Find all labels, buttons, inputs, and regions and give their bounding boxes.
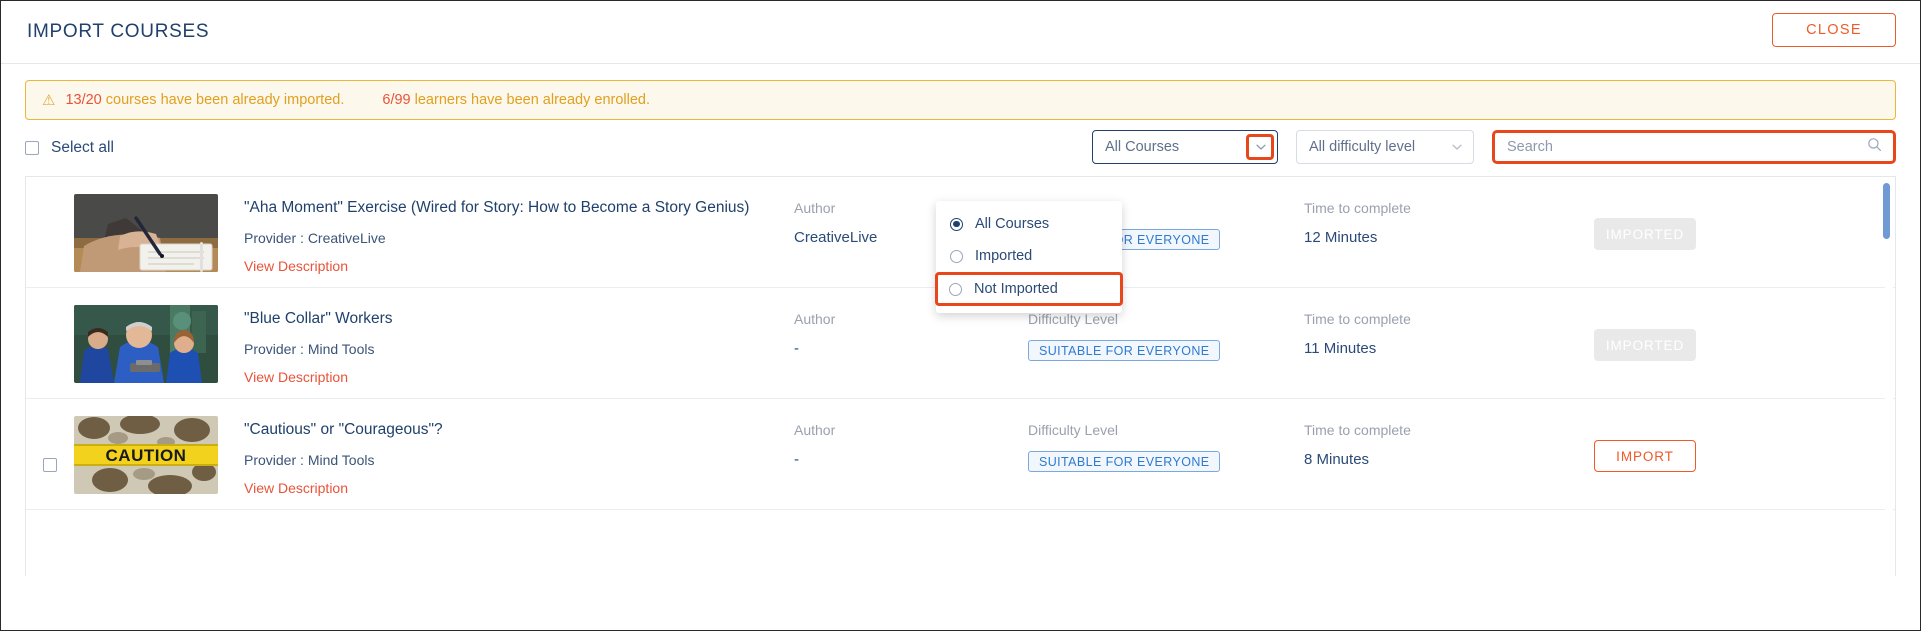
course-title[interactable]: "Aha Moment" Exercise (Wired for Story: … — [244, 198, 794, 218]
provider-label: Provider — [244, 341, 297, 358]
dropdown-option-imported[interactable]: Imported — [936, 240, 1122, 272]
imported-button: IMPORTED — [1594, 329, 1696, 361]
view-description-link[interactable]: View Description — [244, 369, 794, 385]
banner-learners-text: learners have been already enrolled. — [410, 92, 651, 108]
radio-icon-imported[interactable] — [950, 249, 963, 263]
chevron-down-icon-difficulty[interactable] — [1450, 140, 1464, 154]
difficulty-column-header: Difficulty Level — [1028, 422, 1119, 438]
provider-separator: : — [300, 230, 304, 247]
dropdown-option-label: Not Imported — [974, 281, 1058, 297]
provider-separator: : — [300, 341, 304, 358]
course-thumbnail — [74, 305, 218, 383]
time-column-header: Time to complete — [1304, 422, 1411, 438]
course-info: "Aha Moment" Exercise (Wired for Story: … — [218, 194, 794, 274]
banner-courses-count: 13/20 — [65, 92, 102, 108]
banner-learners-count: 6/99 — [382, 92, 411, 108]
course-filter-dropdown[interactable]: All Courses Imported Not Imported — [935, 201, 1123, 313]
author-cell: Author - — [794, 416, 1028, 468]
search-box[interactable] — [1492, 130, 1896, 164]
search-input[interactable] — [1507, 139, 1881, 155]
select-all-checkbox[interactable] — [25, 141, 39, 155]
time-cell: Time to complete 11 Minutes — [1304, 305, 1572, 357]
alert-region: ⚠ 13/20 courses have been already import… — [1, 64, 1920, 120]
difficulty-filter-value: All difficulty level — [1309, 139, 1416, 155]
import-button[interactable]: IMPORT — [1594, 440, 1696, 472]
course-filter-select[interactable]: All Courses — [1092, 130, 1278, 164]
time-column-header: Time to complete — [1304, 311, 1411, 327]
import-courses-modal: IMPORT COURSES CLOSE ⚠ 13/20 courses hav… — [0, 0, 1921, 631]
provider-separator: : — [300, 452, 304, 469]
provider-label: Provider — [244, 230, 297, 247]
filters-group: All Courses All difficulty level — [1092, 130, 1896, 164]
difficulty-filter-select[interactable]: All difficulty level — [1296, 130, 1474, 164]
course-filter-value: All Courses — [1105, 139, 1180, 155]
course-provider: Provider : Mind Tools — [244, 341, 794, 357]
time-cell: Time to complete 12 Minutes — [1304, 194, 1572, 246]
action-cell: IMPORTED — [1572, 194, 1895, 250]
course-provider: Provider : CreativeLive — [244, 230, 794, 246]
provider-value: Mind Tools — [307, 341, 375, 358]
author-column-header: Author — [794, 311, 836, 327]
course-title[interactable]: "Blue Collar" Workers — [244, 309, 794, 329]
modal-header: IMPORT COURSES CLOSE — [1, 1, 1920, 64]
chevron-down-icon[interactable] — [1254, 140, 1268, 154]
dropdown-option-label: Imported — [975, 248, 1033, 264]
search-icon[interactable] — [1867, 137, 1882, 157]
time-value: 8 Minutes — [1304, 451, 1370, 468]
imported-button: IMPORTED — [1594, 218, 1696, 250]
warning-triangle-icon: ⚠ — [42, 91, 56, 109]
dropdown-option-not-imported[interactable]: Not Imported — [935, 272, 1123, 306]
close-button[interactable]: CLOSE — [1772, 13, 1896, 47]
time-cell: Time to complete 8 Minutes — [1304, 416, 1572, 468]
difficulty-badge: SUITABLE FOR EVERYONE — [1028, 340, 1221, 361]
row-checkbox[interactable] — [43, 458, 57, 472]
time-value: 11 Minutes — [1304, 340, 1377, 357]
course-info: "Cautious" or "Courageous"? Provider : M… — [218, 416, 794, 496]
author-value: - — [794, 451, 799, 468]
banner-courses-text: courses have been already imported. — [101, 92, 345, 108]
select-all-label: Select all — [51, 139, 114, 156]
difficulty-cell: Difficulty Level SUITABLE FOR EVERYONE — [1028, 305, 1304, 361]
table-row[interactable]: CAUTION "Cautious" or "Courageous"? Prov… — [26, 399, 1895, 510]
view-description-link[interactable]: View Description — [244, 258, 794, 274]
author-column-header: Author — [794, 422, 836, 438]
dropdown-option-label: All Courses — [975, 216, 1050, 232]
scrollbar-thumb[interactable] — [1883, 183, 1890, 239]
svg-text:CAUTION: CAUTION — [106, 446, 187, 465]
action-cell: IMPORTED — [1572, 305, 1895, 361]
time-value: 12 Minutes — [1304, 229, 1378, 246]
view-description-link[interactable]: View Description — [244, 480, 794, 496]
course-thumbnail: CAUTION — [74, 416, 218, 494]
time-column-header: Time to complete — [1304, 200, 1411, 216]
row-checkbox-cell — [26, 305, 74, 347]
banner-courses-message: 13/20 courses have been already imported… — [65, 92, 344, 108]
difficulty-column-header: Difficulty Level — [1028, 311, 1119, 327]
difficulty-cell: Difficulty Level SUITABLE FOR EVERYONE — [1028, 416, 1304, 472]
provider-value: CreativeLive — [307, 230, 386, 247]
already-imported-banner: ⚠ 13/20 courses have been already import… — [25, 80, 1896, 120]
row-checkbox-cell — [26, 416, 74, 472]
provider-value: Mind Tools — [307, 452, 375, 469]
action-cell: IMPORT — [1572, 416, 1895, 472]
provider-label: Provider — [244, 452, 297, 469]
radio-icon-all-courses[interactable] — [950, 217, 963, 231]
difficulty-badge: SUITABLE FOR EVERYONE — [1028, 451, 1221, 472]
course-title[interactable]: "Cautious" or "Courageous"? — [244, 420, 794, 440]
dropdown-option-all-courses[interactable]: All Courses — [936, 208, 1122, 240]
course-thumbnail — [74, 194, 218, 272]
radio-icon-not-imported[interactable] — [949, 282, 962, 296]
page-title: IMPORT COURSES — [27, 21, 210, 42]
author-value: - — [794, 340, 799, 357]
select-all-control[interactable]: Select all — [25, 139, 114, 157]
banner-learners-message: 6/99 learners have been already enrolled… — [382, 92, 650, 108]
scrollbar-track[interactable] — [1883, 179, 1893, 574]
row-checkbox-cell — [26, 194, 74, 236]
course-provider: Provider : Mind Tools — [244, 452, 794, 468]
course-info: "Blue Collar" Workers Provider : Mind To… — [218, 305, 794, 385]
filter-toolbar: Select all All Courses All difficulty le… — [25, 120, 1896, 176]
